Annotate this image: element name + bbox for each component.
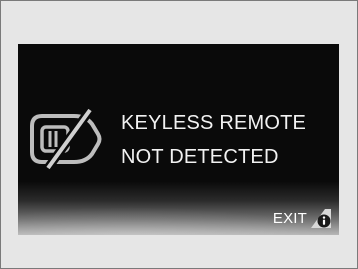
alert-message-line-2: NOT DETECTED: [121, 146, 279, 168]
exit-button[interactable]: EXIT: [273, 206, 333, 230]
keyless-remote-not-detected-icon: [30, 107, 102, 171]
alert-message-line-1: KEYLESS REMOTE: [121, 112, 307, 134]
alert-message: KEYLESS REMOTE NOT DETECTED: [121, 106, 306, 174]
dashboard-display: KEYLESS REMOTE NOT DETECTED EXIT: [18, 44, 339, 235]
info-icon: [311, 209, 331, 228]
exit-label: EXIT: [272, 209, 307, 227]
page-frame: KEYLESS REMOTE NOT DETECTED EXIT: [0, 0, 358, 269]
